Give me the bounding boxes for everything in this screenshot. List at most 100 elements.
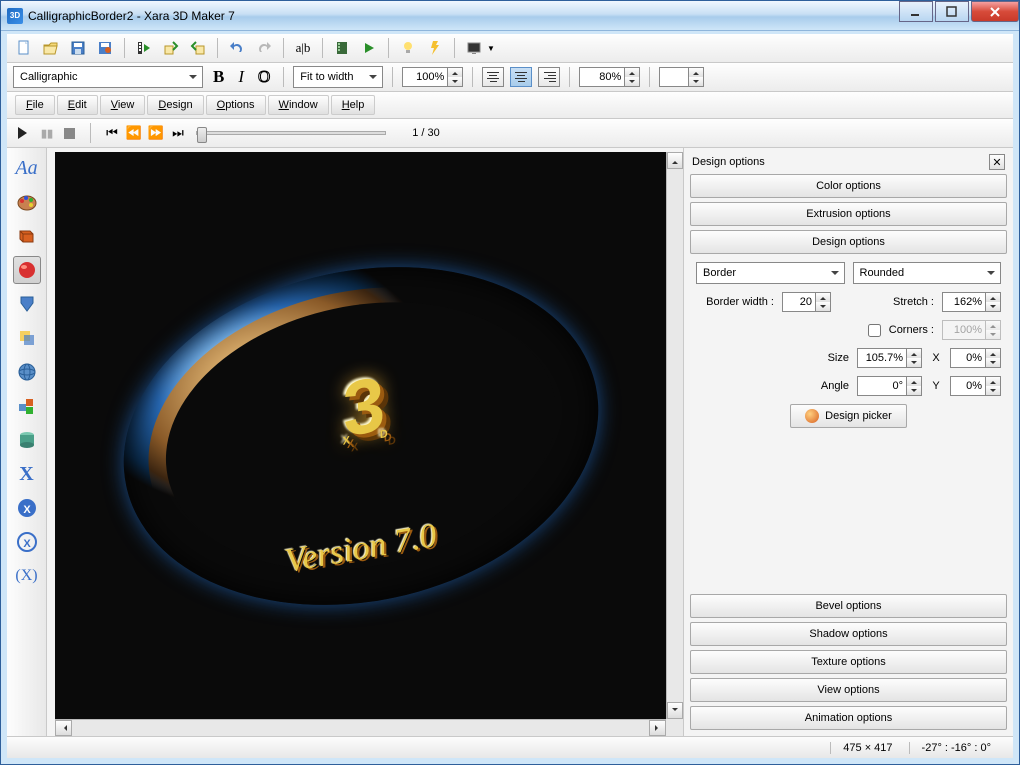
text-tool-icon[interactable]: Aa bbox=[13, 154, 41, 182]
save-image-icon[interactable] bbox=[94, 37, 116, 59]
angle-spinner[interactable] bbox=[857, 376, 922, 396]
x-blue-icon[interactable]: X bbox=[13, 460, 41, 488]
color-options-button[interactable]: Color options bbox=[690, 174, 1007, 198]
aspect-spinner[interactable] bbox=[579, 67, 640, 87]
close-button[interactable] bbox=[971, 1, 1019, 22]
align-center-button[interactable] bbox=[510, 67, 532, 87]
status-dimensions: 475 × 417 bbox=[830, 742, 904, 754]
extra-input[interactable] bbox=[659, 67, 689, 87]
outline-button[interactable]: O bbox=[254, 67, 274, 87]
export-icon[interactable] bbox=[187, 37, 209, 59]
bulb-icon[interactable] bbox=[397, 37, 419, 59]
last-frame-button[interactable]: ⏭ bbox=[170, 125, 186, 141]
corners-checkbox[interactable] bbox=[868, 324, 881, 337]
screen-icon[interactable] bbox=[463, 37, 485, 59]
menu-design[interactable]: Design bbox=[147, 95, 203, 115]
stretch-input[interactable] bbox=[942, 292, 986, 312]
border-width-spinner[interactable] bbox=[782, 292, 831, 312]
shadow-options-button[interactable]: Shadow options bbox=[690, 622, 1007, 646]
export-anim-icon[interactable] bbox=[133, 37, 155, 59]
align-left-button[interactable] bbox=[482, 67, 504, 87]
design-picker-button[interactable]: Design picker bbox=[790, 404, 907, 428]
extrude-icon[interactable] bbox=[13, 222, 41, 250]
extrusion-options-button[interactable]: Extrusion options bbox=[690, 202, 1007, 226]
horizontal-scrollbar[interactable] bbox=[55, 719, 666, 736]
stop-button[interactable] bbox=[61, 125, 77, 141]
vertical-scrollbar[interactable] bbox=[666, 152, 683, 719]
x-circle1-icon[interactable]: X bbox=[13, 494, 41, 522]
minimize-button[interactable] bbox=[899, 1, 933, 22]
flash-icon[interactable] bbox=[424, 37, 446, 59]
aspect-input[interactable] bbox=[579, 67, 625, 87]
x-offset-spinner[interactable] bbox=[950, 348, 1001, 368]
maximize-button[interactable] bbox=[935, 1, 969, 22]
zoom-input[interactable] bbox=[402, 67, 448, 87]
italic-button[interactable]: I bbox=[234, 67, 248, 87]
timeline-slider[interactable] bbox=[196, 131, 386, 135]
corners-spinner[interactable] bbox=[942, 320, 1001, 340]
play-anim-icon[interactable] bbox=[358, 37, 380, 59]
first-frame-button[interactable]: ⏮ bbox=[104, 125, 120, 141]
y-offset-spinner[interactable] bbox=[950, 376, 1001, 396]
menu-window[interactable]: Window bbox=[268, 95, 329, 115]
x-offset-input[interactable] bbox=[950, 348, 986, 368]
menu-help[interactable]: Help bbox=[331, 95, 376, 115]
import-icon[interactable] bbox=[160, 37, 182, 59]
zoom-spinner[interactable] bbox=[402, 67, 463, 87]
open-icon[interactable] bbox=[40, 37, 62, 59]
angle-input[interactable] bbox=[857, 376, 907, 396]
x-circle2-icon[interactable]: X bbox=[13, 528, 41, 556]
menu-edit[interactable]: Edit bbox=[57, 95, 98, 115]
dropdown-arrow-icon[interactable]: ▼ bbox=[487, 44, 495, 53]
menu-file[interactable]: File bbox=[15, 95, 55, 115]
canvas[interactable]: X3D Version 7.0 bbox=[55, 152, 666, 719]
align-right-button[interactable] bbox=[538, 67, 560, 87]
text-icon[interactable]: a|b bbox=[292, 37, 314, 59]
sphere-icon[interactable] bbox=[13, 256, 41, 284]
next-frame-button[interactable]: ⏩ bbox=[148, 125, 164, 141]
play-button[interactable] bbox=[17, 125, 33, 141]
titlebar[interactable]: 3D CalligraphicBorder2 - Xara 3D Maker 7 bbox=[1, 1, 1019, 31]
x-paren-icon[interactable]: (X) bbox=[13, 562, 41, 590]
border-width-input[interactable] bbox=[782, 292, 816, 312]
corner-type-combo[interactable]: Rounded bbox=[853, 262, 1002, 284]
y-offset-input[interactable] bbox=[950, 376, 986, 396]
view-options-button[interactable]: View options bbox=[690, 678, 1007, 702]
size-spinner[interactable] bbox=[857, 348, 922, 368]
panel-close-button[interactable]: ✕ bbox=[989, 154, 1005, 170]
aspect-spin-buttons[interactable] bbox=[625, 67, 640, 87]
cylinder-icon[interactable] bbox=[13, 426, 41, 454]
bevel-options-button[interactable]: Bevel options bbox=[690, 594, 1007, 618]
pause-button[interactable]: ▮▮ bbox=[39, 125, 55, 141]
border-type-combo[interactable]: Border bbox=[696, 262, 845, 284]
extra-spin-buttons[interactable] bbox=[689, 67, 704, 87]
globe-icon[interactable] bbox=[13, 358, 41, 386]
prev-frame-button[interactable]: ⏪ bbox=[126, 125, 142, 141]
redo-icon[interactable] bbox=[253, 37, 275, 59]
animation-options-button[interactable]: Animation options bbox=[690, 706, 1007, 730]
palette-icon[interactable] bbox=[13, 188, 41, 216]
scroll-down-icon[interactable] bbox=[667, 702, 683, 719]
menu-options[interactable]: Options bbox=[206, 95, 266, 115]
size-input[interactable] bbox=[857, 348, 907, 368]
bold-button[interactable]: B bbox=[209, 67, 228, 87]
texture-options-button[interactable]: Texture options bbox=[690, 650, 1007, 674]
fit-combo[interactable]: Fit to width bbox=[293, 66, 383, 88]
save-icon[interactable] bbox=[67, 37, 89, 59]
extra-spinner[interactable] bbox=[659, 67, 704, 87]
undo-icon[interactable] bbox=[226, 37, 248, 59]
shadow-icon[interactable] bbox=[13, 324, 41, 352]
menu-view[interactable]: View bbox=[100, 95, 146, 115]
scroll-right-icon[interactable] bbox=[649, 720, 666, 736]
font-combo[interactable]: Calligraphic bbox=[13, 66, 203, 88]
stretch-spinner[interactable] bbox=[942, 292, 1001, 312]
panel-title: Design options bbox=[692, 156, 765, 168]
bevel-icon[interactable] bbox=[13, 290, 41, 318]
film-icon[interactable] bbox=[331, 37, 353, 59]
scroll-up-icon[interactable] bbox=[667, 152, 683, 169]
cubes-icon[interactable] bbox=[13, 392, 41, 420]
scroll-left-icon[interactable] bbox=[55, 720, 72, 736]
new-icon[interactable] bbox=[13, 37, 35, 59]
design-options-button[interactable]: Design options bbox=[690, 230, 1007, 254]
zoom-spin-buttons[interactable] bbox=[448, 67, 463, 87]
